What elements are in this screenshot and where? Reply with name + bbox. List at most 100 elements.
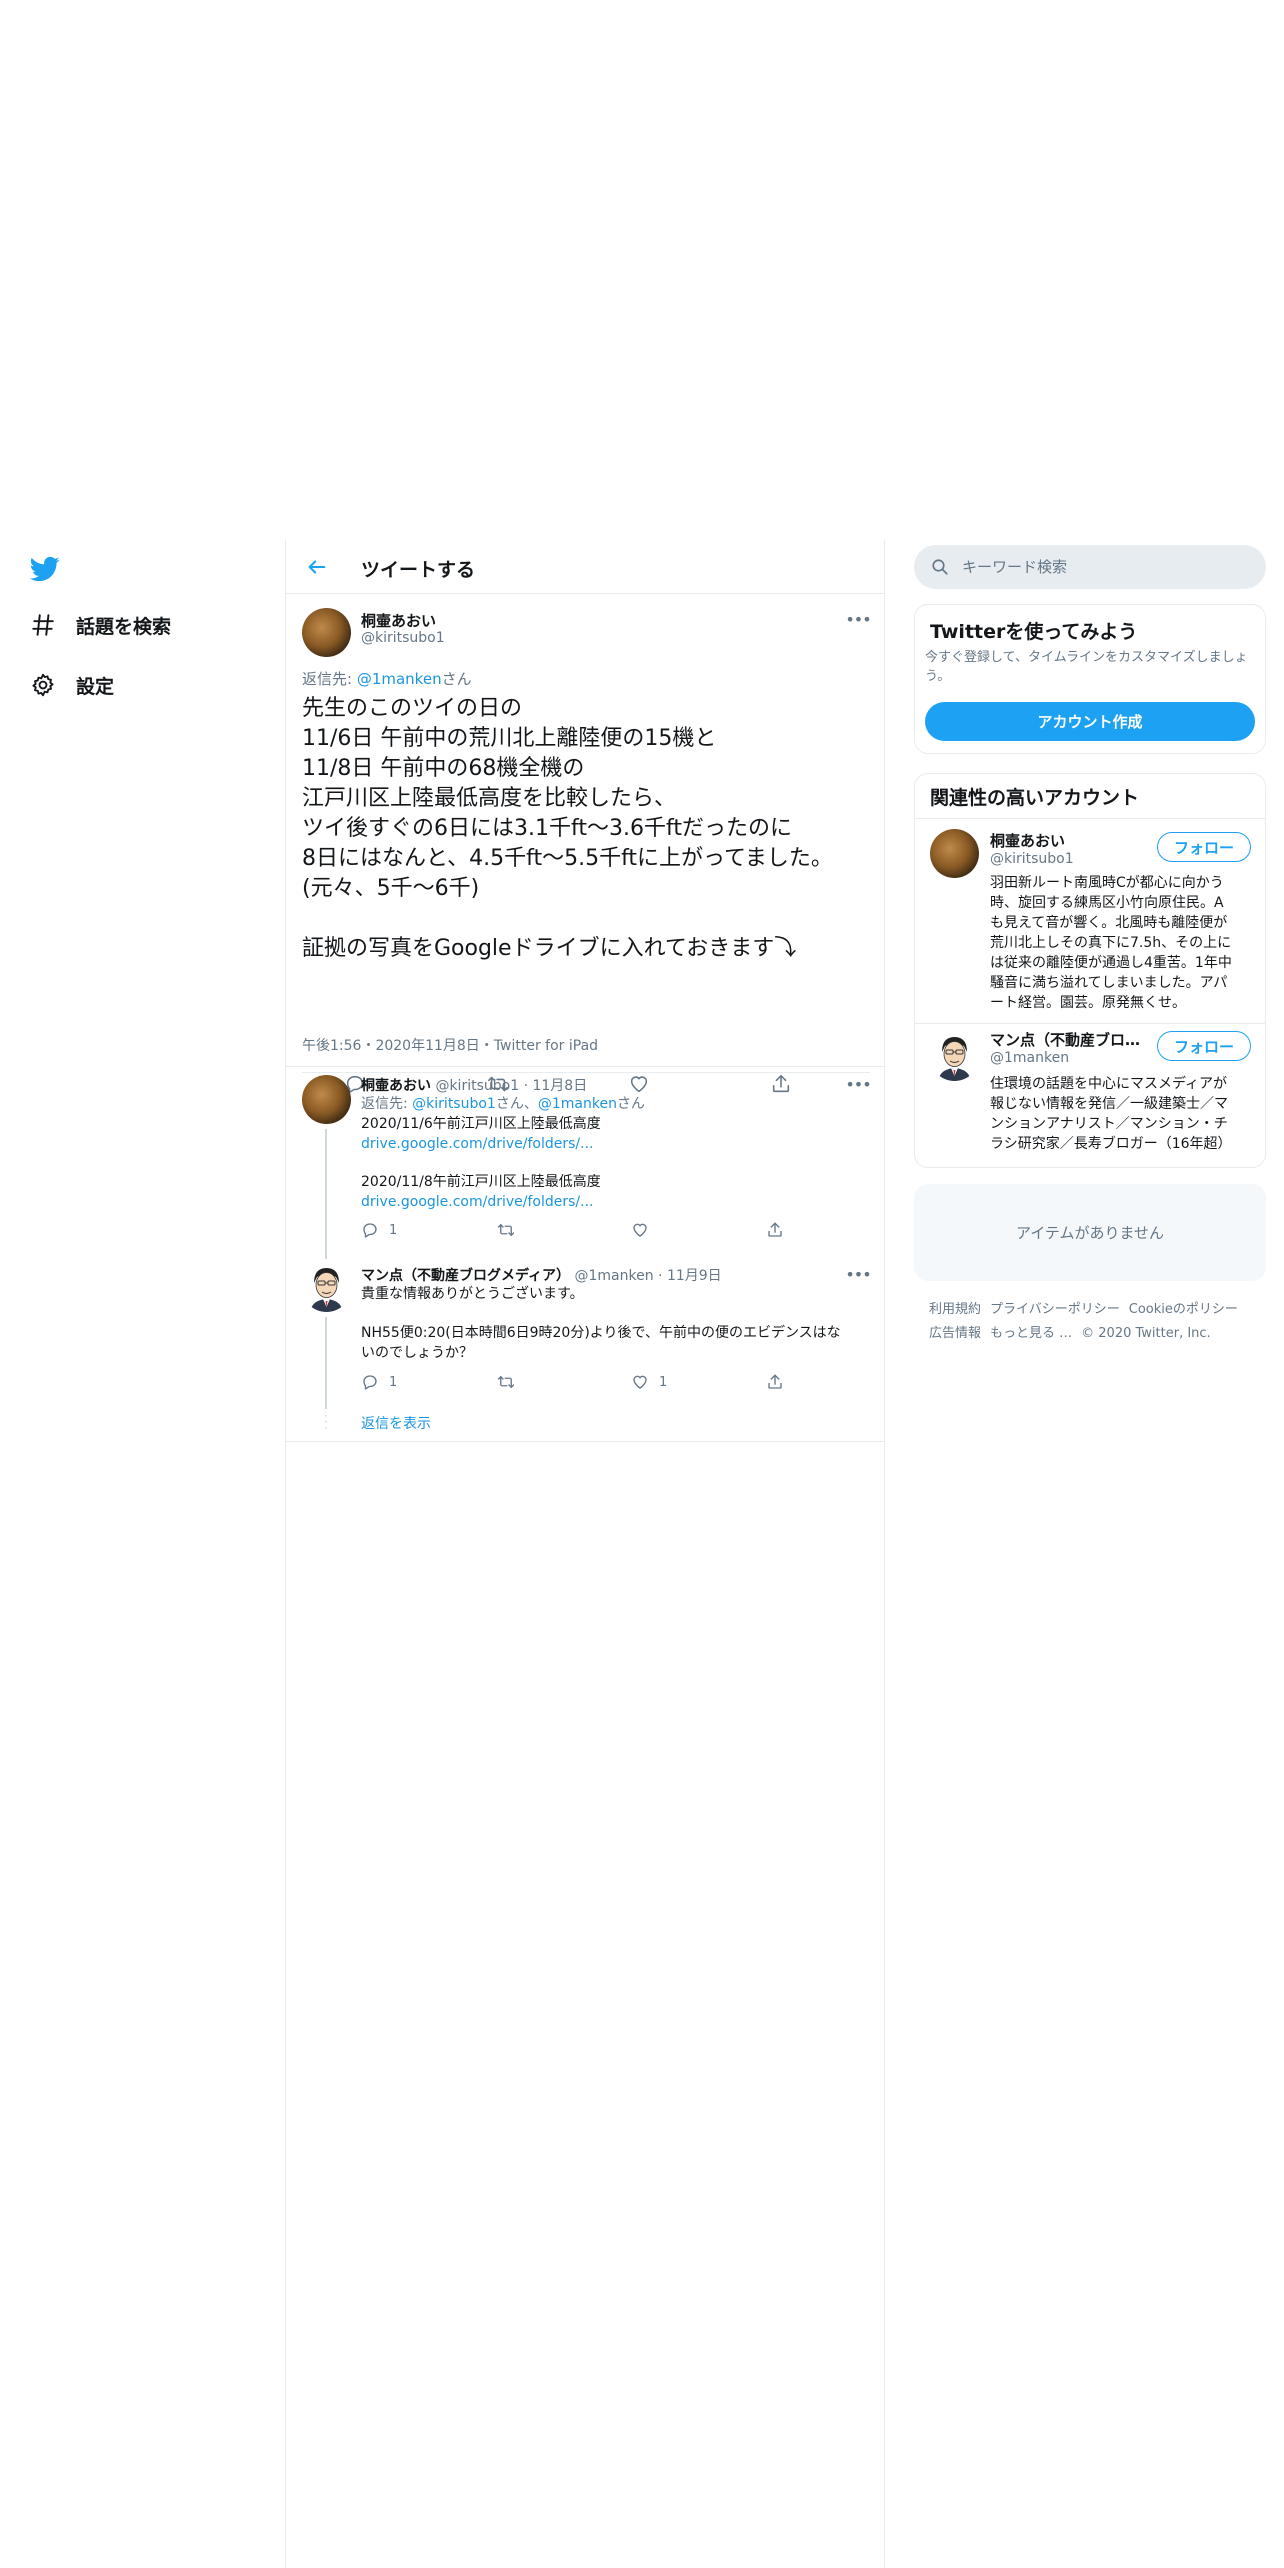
- author-handle[interactable]: @1manken: [574, 1268, 653, 1284]
- reply-to-prefix: 返信先:: [302, 670, 357, 688]
- tweet-text-line: いのでしょうか？: [361, 1345, 473, 1361]
- avatar[interactable]: [302, 1075, 351, 1124]
- more-options-icon[interactable]: •••: [845, 1075, 871, 1094]
- account-name[interactable]: マン点（不動産ブログメディア）: [990, 1029, 1145, 1050]
- man-avatar-illustration: [302, 1263, 351, 1312]
- reply-to-prefix: 返信先:: [361, 1096, 413, 1112]
- relevant-accounts-card: 関連性の高いアカウント 桐壷あおい @kiritsubo1 フォロー 羽田新ルー…: [914, 773, 1266, 1168]
- follow-button[interactable]: フォロー: [1157, 1031, 1251, 1061]
- relevant-accounts-title: 関連性の高いアカウント: [930, 787, 1140, 809]
- account-bio: 羽田新ルート南風時Cが都心に向かう 時、旋回する練馬区小竹向原住民。A も見えて…: [990, 875, 1232, 1011]
- footer-link-more[interactable]: もっと見る …: [990, 1326, 1072, 1341]
- reply-to: 返信先: @1mankenさん: [302, 668, 472, 689]
- reply-count: 1: [389, 1374, 398, 1390]
- author-name[interactable]: マン点（不動産ブログメディア）: [361, 1268, 570, 1284]
- signup-title: Twitterを使ってみよう: [930, 621, 1138, 643]
- like-button[interactable]: 1: [631, 1373, 667, 1391]
- nav-item-explore[interactable]: 話題を検索: [28, 605, 171, 645]
- account-item[interactable]: 桐壷あおい @kiritsubo1 フォロー 羽田新ルート南風時Cが都心に向かう…: [915, 819, 1265, 1023]
- main-column: ツイートする 桐壷あおい @kiritsubo1 ••• 返信先: @1mank…: [285, 540, 885, 2568]
- reply-count: 1: [389, 1222, 398, 1238]
- show-replies-link[interactable]: 返信を表示: [361, 1413, 431, 1433]
- empty-trends-card: アイテムがありません: [914, 1184, 1266, 1281]
- reply-to: 返信先: @kiritsubo1さん、@1mankenさん: [361, 1094, 645, 1114]
- signup-description: 今すぐ登録して、タイムラインをカスタマイズしましょう。: [925, 650, 1248, 684]
- account-bio: 住環境の話題を中心にマスメディアが 報じない情報を発信／一級建築士／マ ンション…: [990, 1076, 1232, 1152]
- tweet-date[interactable]: 11月8日: [532, 1078, 587, 1094]
- arrow-left-icon: [308, 560, 326, 574]
- account-name[interactable]: 桐壷あおい: [990, 830, 1140, 851]
- tweet-actions: 1: [361, 1220, 861, 1240]
- create-account-button[interactable]: アカウント作成: [925, 702, 1255, 741]
- account-handle[interactable]: @kiritsubo1: [990, 851, 1074, 867]
- back-button[interactable]: [302, 552, 332, 582]
- nav-item-label: 設定: [76, 675, 115, 698]
- drive-link[interactable]: drive.google.com/drive/folders/...: [361, 1192, 594, 1212]
- search-icon: [931, 558, 949, 576]
- account-item[interactable]: マン点（不動産ブログメディア） @1manken フォロー 住環境の話題を中心に…: [915, 1024, 1265, 1168]
- separator-dot: ·: [653, 1268, 667, 1284]
- hashtag-icon: [28, 610, 58, 640]
- reply-to-suffix: さん: [616, 1096, 645, 1112]
- reply-to-suffix: さん: [441, 670, 472, 688]
- heart-icon: [633, 1375, 647, 1389]
- column-header: ツイートする: [286, 540, 884, 594]
- search-input[interactable]: [962, 555, 1252, 579]
- footer-link-privacy[interactable]: プライバシーポリシー: [990, 1302, 1120, 1317]
- avatar[interactable]: [930, 1032, 979, 1081]
- retweet-button[interactable]: [496, 1373, 526, 1391]
- tweet-text-line: 貴重な情報ありがとうございます。: [361, 1286, 584, 1302]
- twitter-bird-icon[interactable]: [28, 554, 62, 584]
- show-replies-row[interactable]: · · · 返信を表示: [286, 1409, 884, 1441]
- reply-button[interactable]: 1: [361, 1221, 397, 1239]
- share-icon: [768, 1374, 782, 1389]
- author-handle[interactable]: @kiritsubo1: [435, 1078, 519, 1094]
- mention-link[interactable]: @1manken: [357, 670, 442, 688]
- like-button[interactable]: [631, 1221, 659, 1239]
- mention-link[interactable]: @1manken: [538, 1096, 617, 1112]
- footer-link-ads[interactable]: 広告情報: [929, 1326, 981, 1341]
- divider: [286, 1441, 884, 1442]
- page-title: ツイートする: [361, 559, 476, 581]
- man-avatar-illustration: [930, 1032, 979, 1081]
- author-name[interactable]: 桐壷あおい: [361, 610, 436, 631]
- more-options-icon[interactable]: •••: [845, 1265, 871, 1284]
- drive-link[interactable]: drive.google.com/drive/folders/...: [361, 1134, 594, 1154]
- signup-card: Twitterを使ってみよう 今すぐ登録して、タイムラインをカスタマイズしましょ…: [914, 604, 1266, 754]
- retweet-icon: [497, 1224, 515, 1236]
- search-box[interactable]: [914, 545, 1266, 589]
- heart-icon: [633, 1223, 647, 1237]
- more-options-icon[interactable]: •••: [845, 610, 871, 629]
- retweet-icon: [497, 1376, 515, 1388]
- tweet-timestamp[interactable]: 午後1:56・2020年11月8日・Twitter for iPad: [302, 1035, 598, 1055]
- footer-copyright: © 2020 Twitter, Inc.: [1081, 1326, 1211, 1341]
- nav-item-settings[interactable]: 設定: [28, 665, 114, 705]
- tweet-text-line: 2020/11/8午前江戸川区上陸最低高度: [361, 1174, 601, 1190]
- account-handle[interactable]: @1manken: [990, 1050, 1069, 1066]
- reply-tweet[interactable]: 桐壷あおい @kiritsubo1 · 11月8日 ••• 返信先: @kiri…: [286, 1067, 884, 1259]
- avatar[interactable]: [302, 1263, 351, 1312]
- share-button[interactable]: [766, 1373, 784, 1391]
- reply-header: マン点（不動産ブログメディア） @1manken · 11月9日: [361, 1265, 722, 1285]
- avatar[interactable]: [930, 829, 979, 878]
- retweet-button[interactable]: [496, 1221, 526, 1239]
- gear-icon: [28, 670, 58, 700]
- tweet-text: 先生のこのツイの日の 11/6日 午前中の荒川北上離陸便の15機と 11/8日 …: [302, 696, 833, 961]
- reply-button[interactable]: 1: [361, 1373, 397, 1391]
- footer-link-terms[interactable]: 利用規約: [929, 1302, 981, 1317]
- footer-link-cookies[interactable]: Cookieのポリシー: [1129, 1302, 1238, 1317]
- reply-icon: [363, 1223, 377, 1238]
- follow-button[interactable]: フォロー: [1157, 832, 1251, 862]
- share-icon: [768, 1222, 782, 1237]
- author-handle[interactable]: @kiritsubo1: [361, 630, 445, 646]
- mention-link[interactable]: @kiritsubo1: [412, 1096, 496, 1112]
- reply-tweet[interactable]: マン点（不動産ブログメディア） @1manken · 11月9日 ••• 貴重な…: [286, 1257, 884, 1409]
- author-name[interactable]: 桐壷あおい: [361, 1078, 431, 1094]
- empty-message: アイテムがありません: [1015, 1224, 1165, 1242]
- reply-icon: [363, 1375, 377, 1390]
- avatar[interactable]: [302, 608, 351, 657]
- tweet-date[interactable]: 11月9日: [667, 1268, 722, 1284]
- like-count: 1: [659, 1374, 668, 1390]
- nav-item-label: 話題を検索: [76, 615, 172, 638]
- share-button[interactable]: [766, 1221, 784, 1239]
